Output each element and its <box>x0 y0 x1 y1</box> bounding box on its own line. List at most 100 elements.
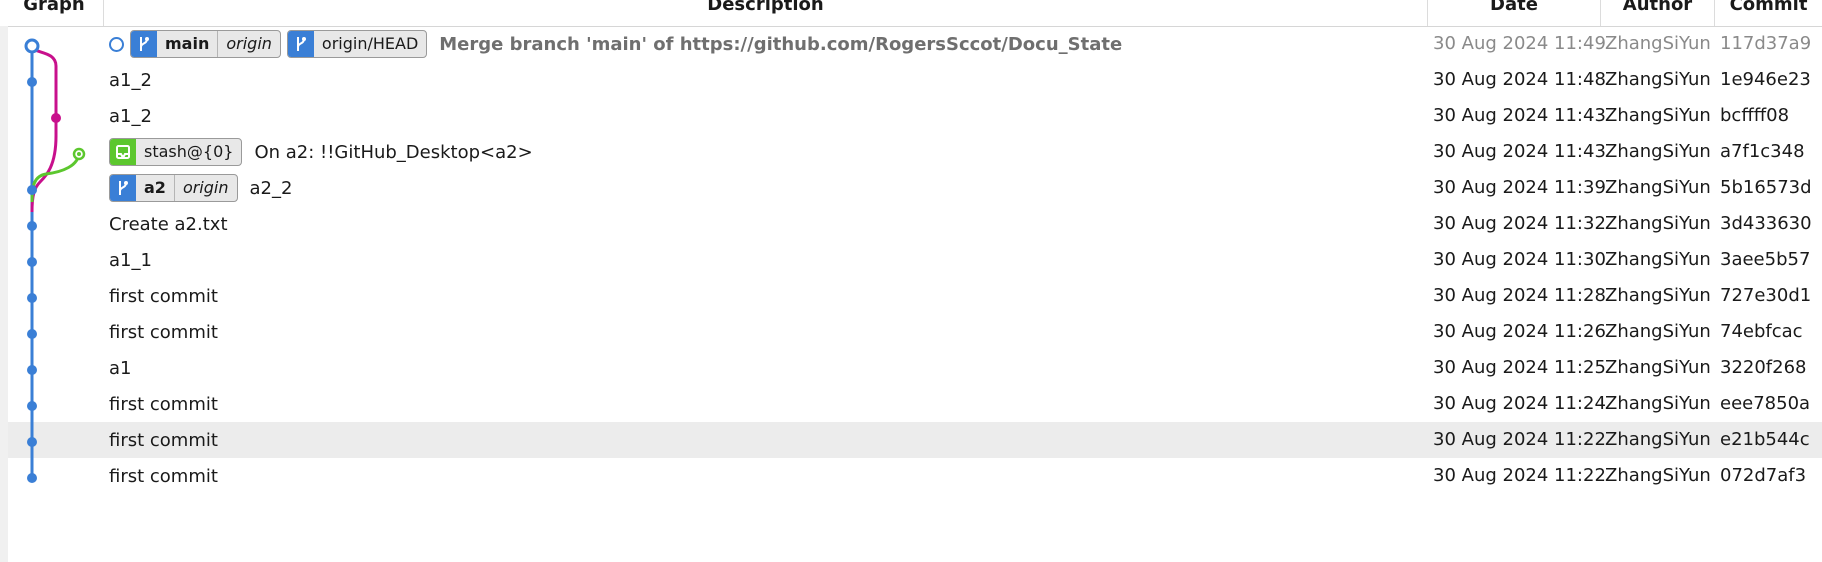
commit-message: Create a2.txt <box>109 213 228 235</box>
header-date[interactable]: Date <box>1428 0 1600 26</box>
commit-description: a1_2 <box>109 98 152 134</box>
commit-row[interactable]: Create a2.txt 30 Aug 2024 11:32 ZhangSiYun… <box>8 206 1822 242</box>
commit-hash: e21b544c <box>1720 429 1810 450</box>
commit-description: a1 <box>109 350 131 386</box>
ref-remote: origin <box>217 31 280 57</box>
commit-hash: 3220f268 <box>1720 357 1807 378</box>
working-copy-icon <box>109 36 124 52</box>
commit-hash: 727e30d1 <box>1720 285 1812 306</box>
graph-node[interactable] <box>27 185 37 195</box>
commit-date: 30 Aug 2024 11:39 <box>1433 177 1606 198</box>
branch-tag[interactable]: origin/HEAD <box>286 30 428 58</box>
commit-date: 30 Aug 2024 11:49 <box>1433 33 1606 54</box>
commit-author: ZhangSiYun <box>1605 465 1711 486</box>
graph-node[interactable] <box>27 365 37 375</box>
ref-name: origin/HEAD <box>321 34 419 53</box>
commit-description: main origin origin/HEAD Merge branch 'main'… <box>109 26 1122 62</box>
commit-row[interactable]: first commit 30 Aug 2024 11:22 ZhangSiYun e… <box>8 422 1822 458</box>
commit-date: 30 Aug 2024 11:24 <box>1433 393 1606 414</box>
commit-message: a2_2 <box>249 177 293 199</box>
commit-message: first commit <box>109 429 218 451</box>
commit-row[interactable]: first commit 30 Aug 2024 11:26 ZhangSiYun 7… <box>8 314 1822 350</box>
commit-hash: eee7850a <box>1720 393 1811 414</box>
column-header: Graph Description Date Author Commit <box>0 0 1822 27</box>
graph-node[interactable] <box>27 77 37 87</box>
commit-description: a1_2 <box>109 62 152 98</box>
graph-line-stash <box>30 151 81 203</box>
commit-row[interactable]: a2 origin a2_2 30 Aug 2024 11:39 ZhangSiYun 5… <box>8 170 1822 206</box>
commit-date: 30 Aug 2024 11:30 <box>1433 249 1606 270</box>
commit-date: 30 Aug 2024 11:43 <box>1433 105 1606 126</box>
commit-hash: bcffff08 <box>1720 105 1790 126</box>
graph-node[interactable] <box>27 437 37 447</box>
commit-row[interactable]: first commit 30 Aug 2024 11:24 ZhangSiYun e… <box>8 386 1822 422</box>
commit-author: ZhangSiYun <box>1605 33 1711 54</box>
commit-row[interactable]: a1_2 30 Aug 2024 11:43 ZhangSiYun bcffff08 <box>8 98 1822 134</box>
header-graph[interactable]: Graph <box>0 0 108 26</box>
commit-row[interactable]: stash@{0} On a2: !!GitHub_Desktop<a2> 30 A… <box>8 134 1822 170</box>
branch-icon <box>110 175 136 201</box>
graph-node[interactable] <box>27 257 37 267</box>
graph-node[interactable] <box>51 113 61 123</box>
graph-node[interactable] <box>27 473 37 483</box>
stash-tag[interactable]: stash@{0} <box>109 138 243 166</box>
commit-message: a1_2 <box>109 69 152 91</box>
commit-row[interactable]: a1 30 Aug 2024 11:25 ZhangSiYun 3220f268 <box>8 350 1822 386</box>
commit-date: 30 Aug 2024 11:26 <box>1433 321 1606 342</box>
commit-author: ZhangSiYun <box>1605 141 1711 162</box>
branch-icon <box>131 31 157 57</box>
stash-icon <box>110 139 136 165</box>
graph-node[interactable] <box>77 152 81 156</box>
commit-date: 30 Aug 2024 11:28 <box>1433 285 1606 306</box>
header-commit[interactable]: Commit <box>1715 0 1822 26</box>
branch-tag[interactable]: main origin <box>130 30 281 58</box>
commit-hash: 1e946e23 <box>1720 69 1811 90</box>
graph-node[interactable] <box>27 329 37 339</box>
commit-message: first commit <box>109 465 218 487</box>
commit-description: a1_1 <box>109 242 152 278</box>
commit-message: On a2: !!GitHub_Desktop<a2> <box>254 141 533 163</box>
commit-hash: 3d433630 <box>1720 213 1812 234</box>
commit-message: a1_1 <box>109 249 152 271</box>
commit-hash: 3aee5b57 <box>1720 249 1811 270</box>
graph-node[interactable] <box>24 38 40 54</box>
commit-date: 30 Aug 2024 11:22 <box>1433 429 1606 450</box>
ref-remote: origin <box>173 175 237 201</box>
ref-name: stash@{0} <box>144 142 234 161</box>
commit-row[interactable]: a1_2 30 Aug 2024 11:48 ZhangSiYun 1e946e23 <box>8 62 1822 98</box>
commit-author: ZhangSiYun <box>1605 105 1711 126</box>
commit-hash: 117d37a9 <box>1720 33 1812 54</box>
commit-row[interactable]: main origin origin/HEAD Merge branch 'main'… <box>8 26 1822 62</box>
commit-date: 30 Aug 2024 11:43 <box>1433 141 1606 162</box>
commit-date: 30 Aug 2024 11:25 <box>1433 357 1606 378</box>
header-author[interactable]: Author <box>1601 0 1714 26</box>
commit-message: first commit <box>109 393 218 415</box>
ref-name: a2 <box>144 178 166 197</box>
commit-author: ZhangSiYun <box>1605 177 1711 198</box>
header-description[interactable]: Description <box>104 0 1427 26</box>
commit-graph <box>24 38 86 483</box>
commit-row[interactable]: first commit 30 Aug 2024 11:22 ZhangSiYun 0… <box>8 458 1822 494</box>
commit-author: ZhangSiYun <box>1605 357 1711 378</box>
commit-author: ZhangSiYun <box>1605 249 1711 270</box>
commit-date: 30 Aug 2024 11:32 <box>1433 213 1606 234</box>
commit-description: first commit <box>109 314 218 350</box>
graph-node[interactable] <box>27 221 37 231</box>
commit-hash: 072d7af3 <box>1720 465 1807 486</box>
commit-author: ZhangSiYun <box>1605 285 1711 306</box>
commit-row[interactable]: a1_1 30 Aug 2024 11:30 ZhangSiYun 3aee5b57 <box>8 242 1822 278</box>
commit-description: a2 origin a2_2 <box>109 170 292 206</box>
graph-node[interactable] <box>27 293 37 303</box>
branch-tag[interactable]: a2 origin <box>109 174 238 202</box>
commit-author: ZhangSiYun <box>1605 429 1711 450</box>
graph-node[interactable] <box>27 401 37 411</box>
commit-hash: 74ebfcac <box>1720 321 1803 342</box>
commit-hash: a7f1c348 <box>1720 141 1805 162</box>
commit-description: first commit <box>109 278 218 314</box>
commit-description: first commit <box>109 422 218 458</box>
commit-row[interactable]: first commit 30 Aug 2024 11:28 ZhangSiYun 7… <box>8 278 1822 314</box>
commit-hash: 5b16573d <box>1720 177 1812 198</box>
commit-message: Merge branch 'main' of https://github.co… <box>439 33 1123 55</box>
commit-description: first commit <box>109 458 218 494</box>
commit-description: first commit <box>109 386 218 422</box>
